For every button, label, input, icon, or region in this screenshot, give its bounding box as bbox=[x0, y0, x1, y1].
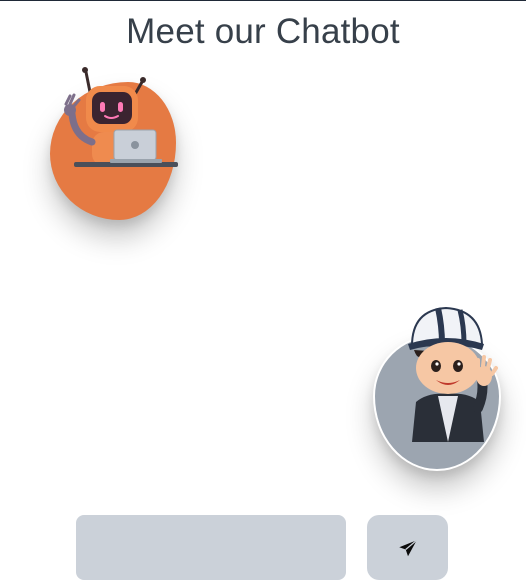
page-title: Meet our Chatbot bbox=[126, 12, 400, 51]
top-divider bbox=[0, 0, 526, 1]
paper-plane-icon bbox=[398, 539, 417, 556]
send-button[interactable] bbox=[367, 515, 448, 580]
message-input[interactable] bbox=[76, 515, 346, 580]
boy-waving-icon bbox=[408, 306, 498, 442]
robot-with-laptop-icon bbox=[64, 67, 178, 167]
